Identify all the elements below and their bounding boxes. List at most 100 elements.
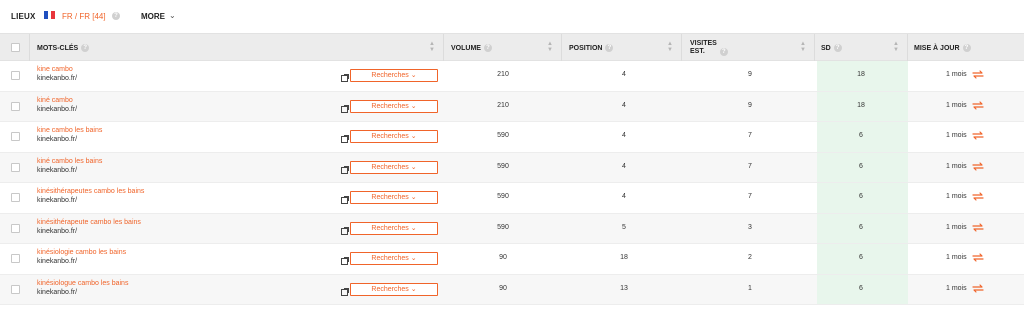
updated-cell: 1 mois <box>946 71 967 78</box>
keyword-link[interactable]: kiné cambo les bains <box>37 158 102 165</box>
keyword-link[interactable]: kinésiologie cambo les bains <box>37 249 126 256</box>
recherches-dropdown[interactable]: Recherches ⌄ <box>350 99 438 113</box>
recherches-label: Recherches <box>371 285 409 293</box>
visits-cell: 2 <box>748 254 752 261</box>
recherches-label: Recherches <box>371 133 409 140</box>
updated-cell: 1 mois <box>946 223 967 231</box>
recherches-dropdown[interactable]: Recherches ⌄ <box>350 160 438 174</box>
sd-cell: 6 <box>859 223 863 231</box>
column-volume[interactable]: VOLUME? <box>451 34 492 62</box>
column-updated-label: MISE À JOUR <box>914 44 960 52</box>
table-row: kinésiologue cambo les bains kinekanbo.f… <box>0 274 1024 305</box>
column-position-label: POSITION <box>569 44 603 52</box>
keyword-link[interactable]: kinésithérapeute cambo les bains <box>37 219 141 226</box>
recherches-dropdown[interactable]: Recherches ⌄ <box>350 282 438 296</box>
help-icon[interactable]: ? <box>112 12 120 20</box>
column-keywords[interactable]: MOTS-CLÉS? <box>37 34 90 62</box>
column-updated[interactable]: MISE À JOUR? <box>914 34 971 62</box>
help-icon[interactable]: ? <box>483 44 492 52</box>
url-text: kinekanbo.fr/ <box>37 105 78 113</box>
position-cell: 4 <box>622 101 626 109</box>
column-sd[interactable]: SD? <box>821 34 842 62</box>
recherches-label: Recherches <box>371 72 409 79</box>
sort-icon[interactable]: ▲ ▼ <box>892 41 900 55</box>
select-all-checkbox[interactable] <box>11 43 20 52</box>
recherches-dropdown[interactable]: Recherches ⌄ <box>350 191 438 204</box>
url-text: kinekanbo.fr/ <box>37 166 78 174</box>
position-cell: 5 <box>622 223 626 231</box>
row-checkbox[interactable] <box>11 71 20 80</box>
visits-cell: 3 <box>748 223 752 231</box>
external-link-icon[interactable] <box>341 257 349 265</box>
updated-cell: 1 mois <box>946 193 967 200</box>
visits-cell: 7 <box>748 162 752 170</box>
column-sd-label: SD <box>821 44 831 52</box>
table-row: kinésithérapeute cambo les bains kinekan… <box>0 213 1024 244</box>
volume-cell: 90 <box>499 284 507 292</box>
external-link-icon[interactable] <box>341 74 349 82</box>
row-checkbox[interactable] <box>11 193 20 202</box>
external-link-icon[interactable] <box>341 135 349 143</box>
recherches-dropdown[interactable]: Recherches ⌄ <box>350 69 438 82</box>
refresh-icon[interactable] <box>971 283 985 294</box>
toolbar: LIEUX FR / FR [44] ? MORE ⌄ <box>0 0 1024 33</box>
sort-icon[interactable]: ▲ ▼ <box>546 41 554 55</box>
keyword-link[interactable]: kine cambo les bains <box>37 127 102 134</box>
updated-cell: 1 mois <box>946 162 967 170</box>
keyword-link[interactable]: kinésithérapeutes cambo les bains <box>37 188 144 195</box>
row-checkbox[interactable] <box>11 223 20 233</box>
column-visits[interactable]: VISITES EST.? <box>690 34 728 62</box>
refresh-icon[interactable] <box>971 252 985 263</box>
recherches-dropdown[interactable]: Recherches ⌄ <box>350 130 438 143</box>
recherches-dropdown[interactable]: Recherches ⌄ <box>350 252 438 265</box>
location-selector[interactable]: FR / FR [44] <box>62 12 106 21</box>
visits-cell: 7 <box>748 132 752 139</box>
external-link-icon[interactable] <box>341 165 349 174</box>
help-icon[interactable]: ? <box>81 44 90 52</box>
updated-cell: 1 mois <box>946 132 967 139</box>
help-icon[interactable]: ? <box>962 44 971 52</box>
keyword-link[interactable]: kine cambo <box>37 66 73 73</box>
keyword-link[interactable]: kinésiologue cambo les bains <box>37 280 128 287</box>
table-header: MOTS-CLÉS? ▲ ▼ VOLUME? ▲ ▼ POSITION? ▲ ▼ VI… <box>0 33 1024 62</box>
sd-cell: 6 <box>859 284 863 292</box>
position-cell: 4 <box>622 132 626 139</box>
row-checkbox[interactable] <box>11 132 20 141</box>
refresh-icon[interactable] <box>971 161 985 172</box>
sort-icon[interactable]: ▲ ▼ <box>428 41 436 55</box>
sort-icon[interactable]: ▲ ▼ <box>799 41 807 55</box>
refresh-icon[interactable] <box>971 69 985 80</box>
position-cell: 18 <box>620 254 628 261</box>
help-icon[interactable]: ? <box>605 44 614 52</box>
column-volume-label: VOLUME <box>451 44 481 52</box>
column-divider <box>814 34 815 62</box>
url-text: kinekanbo.fr/ <box>37 258 78 265</box>
external-link-icon[interactable] <box>341 196 349 204</box>
column-position[interactable]: POSITION? <box>569 34 614 62</box>
external-link-icon[interactable] <box>341 287 349 296</box>
row-checkbox[interactable] <box>11 284 20 294</box>
row-checkbox[interactable] <box>11 101 20 111</box>
column-divider <box>29 34 30 62</box>
external-link-icon[interactable] <box>341 226 349 235</box>
help-icon[interactable]: ? <box>833 44 842 52</box>
recherches-dropdown[interactable]: Recherches ⌄ <box>350 221 438 235</box>
row-checkbox[interactable] <box>11 254 20 263</box>
recherches-label: Recherches <box>371 194 409 201</box>
visits-cell: 9 <box>748 71 752 78</box>
sort-icon[interactable]: ▲ ▼ <box>666 41 674 55</box>
refresh-icon[interactable] <box>971 222 985 233</box>
sd-cell: 18 <box>857 101 865 109</box>
row-checkbox[interactable] <box>11 162 20 172</box>
refresh-icon[interactable] <box>971 130 985 141</box>
chevron-down-icon: ⌄ <box>169 11 176 20</box>
lieux-label: LIEUX <box>11 12 36 21</box>
external-link-icon[interactable] <box>341 104 349 113</box>
refresh-icon[interactable] <box>971 191 985 202</box>
help-icon[interactable]: ? <box>719 48 728 56</box>
more-button[interactable]: MORE ⌄ <box>141 11 176 21</box>
column-visits-label-line1: VISITES <box>690 40 717 47</box>
sd-cell: 6 <box>859 162 863 170</box>
keyword-link[interactable]: kiné cambo <box>37 97 73 104</box>
refresh-icon[interactable] <box>971 100 985 111</box>
